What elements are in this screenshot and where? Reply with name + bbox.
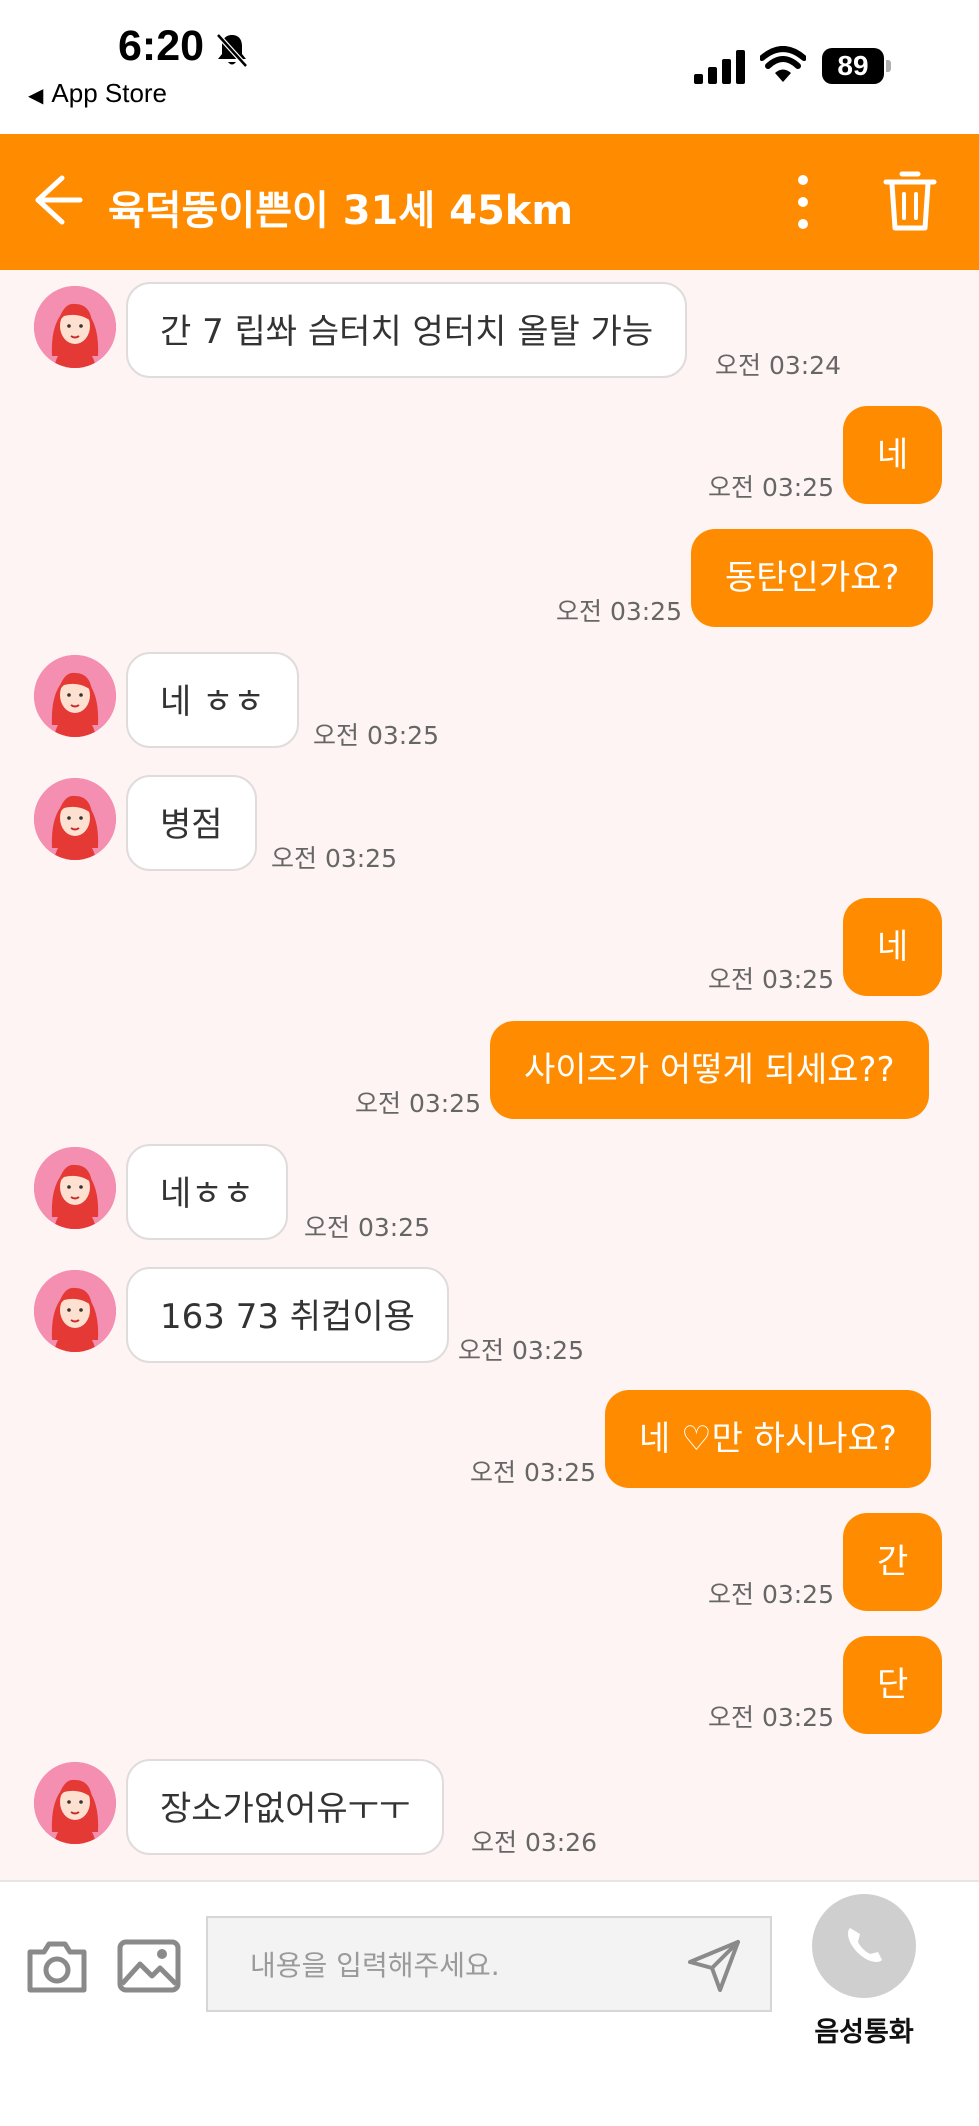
message-timestamp: 오전 03:25: [470, 1458, 596, 1487]
female-avatar-icon: [34, 1147, 116, 1229]
avatar[interactable]: [34, 286, 116, 368]
message-bubble-incoming[interactable]: 163 73 취컵이용: [126, 1267, 449, 1363]
avatar[interactable]: [34, 1147, 116, 1229]
message-timestamp: 오전 03:25: [556, 597, 682, 626]
message-timestamp: 오전 03:25: [708, 473, 834, 502]
message-timestamp: 오전 03:25: [304, 1213, 430, 1242]
more-vertical-icon[interactable]: [788, 170, 818, 234]
phone-icon: [848, 1928, 882, 1962]
message-bubble-outgoing[interactable]: 간: [843, 1513, 943, 1611]
message-timestamp: 오전 03:25: [313, 721, 439, 750]
message-bubble-incoming[interactable]: 네ㅎㅎ: [126, 1144, 288, 1240]
avatar[interactable]: [34, 1270, 116, 1352]
avatar[interactable]: [34, 655, 116, 737]
battery-tip: [886, 60, 891, 72]
chat-message-list[interactable]: 간 7 립쏴 슴터치 엉터치 올탈 가능 오전 03:24 네 오전 03:25…: [0, 270, 979, 1880]
back-triangle-icon: ◀: [28, 85, 44, 107]
message-bubble-outgoing[interactable]: 네: [843, 898, 943, 996]
status-time: 6:20: [118, 22, 205, 70]
cellular-signal-icon: [694, 50, 745, 84]
message-bubble-outgoing[interactable]: 사이즈가 어떻게 되세요??: [490, 1021, 929, 1119]
avatar[interactable]: [34, 778, 116, 860]
wifi-icon: [760, 46, 806, 82]
message-bubble-incoming[interactable]: 장소가없어유ㅜㅜ: [126, 1759, 445, 1855]
message-bubble-outgoing[interactable]: 단: [843, 1636, 943, 1734]
send-icon[interactable]: [686, 1938, 742, 1994]
status-bar: 6:20 ◀ App Store 89: [0, 0, 979, 134]
message-input[interactable]: [248, 1918, 672, 2012]
back-to-app-store[interactable]: ◀ App Store: [28, 78, 167, 109]
battery-level: 89: [837, 50, 869, 81]
trash-icon[interactable]: [880, 168, 940, 234]
camera-icon[interactable]: [24, 1936, 90, 1996]
message-timestamp: 오전 03:25: [708, 965, 834, 994]
message-text-field[interactable]: [206, 1916, 772, 2012]
voice-call-label[interactable]: 음성통화: [792, 2010, 936, 2049]
image-icon[interactable]: [116, 1938, 182, 1994]
female-avatar-icon: [34, 1270, 116, 1352]
message-timestamp: 오전 03:25: [708, 1703, 834, 1732]
message-bubble-incoming[interactable]: 간 7 립쏴 슴터치 엉터치 올탈 가능: [126, 282, 688, 378]
female-avatar-icon: [34, 778, 116, 860]
female-avatar-icon: [34, 1762, 116, 1844]
battery-indicator: 89: [822, 48, 892, 86]
chat-partner-title: 육덕뚱이쁜이 31세 45km: [108, 188, 574, 234]
bell-slash-icon: [216, 33, 248, 68]
message-input-bar: 음성통화: [0, 1880, 979, 2126]
message-timestamp: 오전 03:24: [715, 351, 841, 380]
message-bubble-outgoing[interactable]: 네: [843, 406, 943, 504]
back-arrow-icon[interactable]: [28, 170, 84, 230]
message-timestamp: 오전 03:25: [355, 1089, 481, 1118]
message-bubble-outgoing[interactable]: 동탄인가요?: [691, 529, 934, 627]
message-timestamp: 오전 03:25: [271, 844, 397, 873]
message-timestamp: 오전 03:25: [708, 1580, 834, 1609]
message-bubble-incoming[interactable]: 네 ㅎㅎ: [126, 652, 299, 748]
chat-header: 육덕뚱이쁜이 31세 45km: [0, 134, 979, 270]
message-bubble-outgoing[interactable]: 네 ♡만 하시나요?: [605, 1390, 931, 1488]
voice-call-button[interactable]: [812, 1894, 916, 1998]
back-app-label: App Store: [51, 78, 168, 108]
avatar[interactable]: [34, 1762, 116, 1844]
message-timestamp: 오전 03:25: [458, 1336, 584, 1365]
female-avatar-icon: [34, 655, 116, 737]
female-avatar-icon: [34, 286, 116, 368]
message-timestamp: 오전 03:26: [471, 1828, 597, 1857]
message-bubble-incoming[interactable]: 병점: [126, 775, 257, 871]
